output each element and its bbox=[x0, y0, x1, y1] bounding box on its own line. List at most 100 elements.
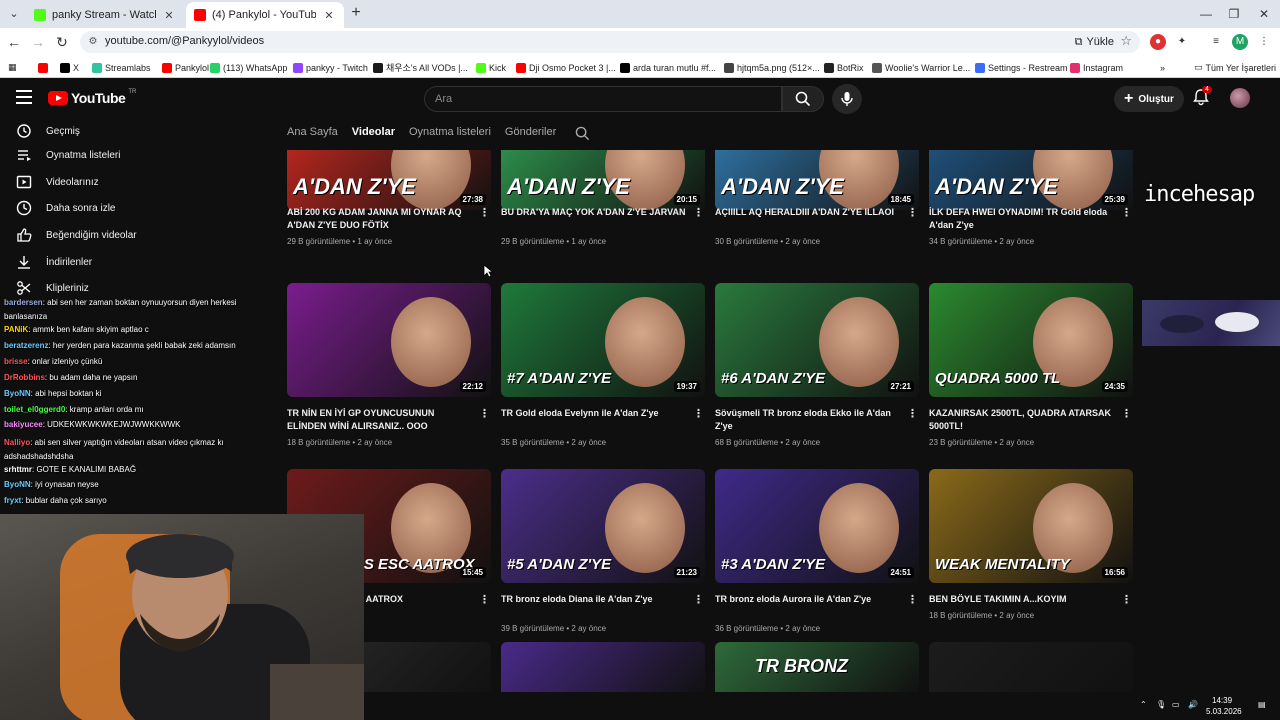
tab-home[interactable]: Ana Sayfa bbox=[287, 126, 338, 142]
video-title[interactable]: TR bronz eloda Diana ile A'dan Z'ye bbox=[501, 593, 687, 606]
reading-list-icon[interactable]: ≡ bbox=[1208, 34, 1224, 50]
bookmark-star-icon[interactable]: ☆ bbox=[1120, 33, 1132, 49]
extensions-puzzle-icon[interactable]: ✦ bbox=[1174, 34, 1190, 50]
tray-chevron-icon[interactable]: ⌃ bbox=[1140, 700, 1147, 709]
video-more-options-icon[interactable]: ⋮ bbox=[907, 407, 918, 420]
video-thumbnail[interactable]: #6 A'DAN Z'YE 27:21 bbox=[715, 283, 919, 397]
network-icon[interactable]: ▭ bbox=[1172, 700, 1180, 709]
extension-icon[interactable]: ● bbox=[1150, 34, 1166, 50]
sidebar-item-history[interactable]: Geçmiş bbox=[0, 118, 160, 144]
video-title[interactable]: AÇIIILL AQ HERALDIII A'DAN Z'YE ILLAOI bbox=[715, 206, 901, 219]
bookmark-item[interactable]: Streamlabs bbox=[92, 61, 151, 74]
video-title[interactable]: KAZANIRSAK 2500TL, QUADRA ATARSAK 5000TL… bbox=[929, 407, 1115, 433]
bookmark-item[interactable]: hjtqm5a.png (512×... bbox=[724, 61, 820, 74]
restore-icon[interactable]: ❐ bbox=[1220, 4, 1248, 24]
close-tab-icon[interactable]: ✕ bbox=[162, 9, 176, 22]
notifications-button[interactable]: 4 bbox=[1192, 86, 1212, 108]
video-thumbnail[interactable]: #7 A'DAN Z'YE 19:37 bbox=[501, 283, 705, 397]
bookmarks-overflow-icon[interactable]: » bbox=[1160, 61, 1165, 74]
video-thumbnail[interactable]: TR BRONZ bbox=[715, 642, 919, 692]
voice-search-button[interactable] bbox=[832, 84, 862, 114]
video-title[interactable]: BEN BÖYLE TAKIMIN A...KOYIM bbox=[929, 593, 1115, 606]
bookmark-item[interactable]: (113) WhatsApp bbox=[210, 61, 287, 74]
sidebar-item-watch-later[interactable]: Daha sonra izle bbox=[0, 195, 160, 221]
video-more-options-icon[interactable]: ⋮ bbox=[907, 593, 918, 606]
video-title[interactable]: TR Gold eloda Evelynn ile A'dan Z'ye bbox=[501, 407, 687, 420]
video-more-options-icon[interactable]: ⋮ bbox=[479, 407, 490, 420]
account-avatar[interactable] bbox=[1230, 88, 1250, 108]
bookmark-item[interactable]: Dji Osmo Pocket 3 |... bbox=[516, 61, 616, 74]
omnibox[interactable]: ⚙ youtube.com/@Pankyylol/videos ⧉ Yükle … bbox=[80, 31, 1140, 53]
browser-menu-icon[interactable]: ⋮ bbox=[1256, 34, 1272, 50]
video-title[interactable]: BU DRA'YA MAÇ YOK A'DAN Z'YE JARVAN bbox=[501, 206, 687, 219]
new-tab-button[interactable]: + bbox=[346, 4, 366, 24]
youtube-logo[interactable]: YouTube TR bbox=[48, 89, 136, 106]
video-more-options-icon[interactable]: ⋮ bbox=[907, 206, 918, 219]
microphone-tray-icon[interactable]: 🎙 bbox=[1156, 700, 1166, 709]
video-more-options-icon[interactable]: ⋮ bbox=[479, 206, 490, 219]
video-thumbnail[interactable]: A'DAN Z'YE 27:38 bbox=[287, 150, 491, 210]
apps-grid-icon[interactable]: ▦ bbox=[8, 61, 17, 74]
video-thumbnail[interactable]: A'DAN Z'YE 18:45 bbox=[715, 150, 919, 210]
channel-search-button[interactable] bbox=[575, 126, 590, 146]
tab-posts[interactable]: Gönderiler bbox=[505, 126, 556, 142]
video-title[interactable]: İLK DEFA HWEI OYNADIM! TR Gold eloda A'd… bbox=[929, 206, 1115, 232]
bookmark-item[interactable]: Woolie's Warrior Le... bbox=[872, 61, 970, 74]
bookmark-item[interactable]: arda turan mutlu #f... bbox=[620, 61, 716, 74]
hamburger-menu-icon[interactable] bbox=[16, 90, 32, 104]
clock-time[interactable]: 14:39 bbox=[1212, 696, 1232, 705]
tab-videos[interactable]: Videolar bbox=[352, 126, 395, 142]
bookmark-item[interactable]: Instagram bbox=[1070, 61, 1123, 74]
sidebar-item-liked-videos[interactable]: Beğendiğim videolar bbox=[0, 222, 160, 248]
sidebar-item-downloads[interactable]: İndirilenler bbox=[0, 249, 160, 275]
bookmark-item[interactable]: Kick bbox=[476, 61, 506, 74]
close-window-icon[interactable]: ✕ bbox=[1250, 4, 1278, 24]
video-more-options-icon[interactable]: ⋮ bbox=[1121, 206, 1132, 219]
video-thumbnail[interactable]: 22:12 bbox=[287, 283, 491, 397]
video-more-options-icon[interactable]: ⋮ bbox=[693, 206, 704, 219]
video-title[interactable]: ABİ 200 KG ADAM JANNA MI OYNAR AQ A'DAN … bbox=[287, 206, 473, 232]
volume-icon[interactable]: 🔊 bbox=[1188, 700, 1198, 709]
tab-youtube[interactable]: (4) Pankylol - YouTube ✕ bbox=[186, 2, 344, 28]
bookmark-item[interactable]: Settings - Restream bbox=[975, 61, 1068, 74]
video-thumbnail[interactable]: QUADRA 5000 TL 24:35 bbox=[929, 283, 1133, 397]
video-thumbnail[interactable]: #5 A'DAN Z'YE 21:23 bbox=[501, 469, 705, 583]
video-title[interactable]: Sövüşmeli TR bronz eloda Ekko ile A'dan … bbox=[715, 407, 901, 433]
video-more-options-icon[interactable]: ⋮ bbox=[1121, 593, 1132, 606]
video-title[interactable]: TR bronz eloda Aurora ile A'dan Z'ye bbox=[715, 593, 901, 606]
close-tab-icon[interactable]: ✕ bbox=[322, 9, 336, 22]
video-thumbnail[interactable] bbox=[501, 642, 705, 692]
profile-icon[interactable]: M bbox=[1232, 34, 1248, 50]
notification-center-icon[interactable]: ▤ bbox=[1258, 700, 1266, 709]
reload-icon[interactable]: ↻ bbox=[52, 32, 72, 52]
sidebar-item-your-videos[interactable]: Videolarınız bbox=[0, 169, 160, 195]
site-info-icon[interactable]: ⚙ bbox=[86, 35, 100, 49]
create-button[interactable]: + Oluştur bbox=[1114, 86, 1184, 112]
video-thumbnail[interactable]: A'DAN Z'YE 20:15 bbox=[501, 150, 705, 210]
clock-date[interactable]: 5.03.2026 bbox=[1206, 707, 1242, 716]
bookmark-item[interactable]: pankyy - Twitch bbox=[293, 61, 368, 74]
video-thumbnail[interactable]: #3 A'DAN Z'YE 24:51 bbox=[715, 469, 919, 583]
tab-playlists[interactable]: Oynatma listeleri bbox=[409, 126, 491, 142]
search-input[interactable]: Ara bbox=[424, 86, 782, 112]
bookmark-item[interactable]: 채우소's All VODs |... bbox=[373, 61, 468, 74]
video-thumbnail[interactable] bbox=[929, 642, 1133, 692]
video-more-options-icon[interactable]: ⋮ bbox=[693, 593, 704, 606]
url-text[interactable]: youtube.com/@Pankyylol/videos bbox=[105, 35, 264, 47]
bookmark-item[interactable]: X bbox=[60, 61, 79, 74]
sidebar-item-playlists[interactable]: Oynatma listeleri bbox=[0, 142, 160, 168]
bookmark-item[interactable]: Pankylol bbox=[162, 61, 209, 74]
bookmark-item[interactable]: BotRix bbox=[824, 61, 864, 74]
search-button[interactable] bbox=[782, 86, 824, 112]
tab-list-button[interactable]: ⌄ bbox=[4, 4, 24, 24]
video-title[interactable]: TR NİN EN İYİ GP OYUNCUSUNUN ELİNDEN WİN… bbox=[287, 407, 473, 433]
back-icon[interactable]: ← bbox=[4, 32, 24, 52]
video-more-options-icon[interactable]: ⋮ bbox=[1121, 407, 1132, 420]
install-app-button[interactable]: ⧉ Yükle bbox=[1075, 33, 1114, 51]
video-thumbnail[interactable]: A'DAN Z'YE 25:39 bbox=[929, 150, 1133, 210]
bookmark-item[interactable] bbox=[38, 61, 48, 74]
all-bookmarks-button[interactable]: ▭ Tüm Yer İşaretleri bbox=[1194, 61, 1276, 74]
video-more-options-icon[interactable]: ⋮ bbox=[479, 593, 490, 606]
video-thumbnail[interactable]: WEAK MENTALITY 16:56 bbox=[929, 469, 1133, 583]
forward-icon[interactable]: → bbox=[28, 32, 48, 52]
